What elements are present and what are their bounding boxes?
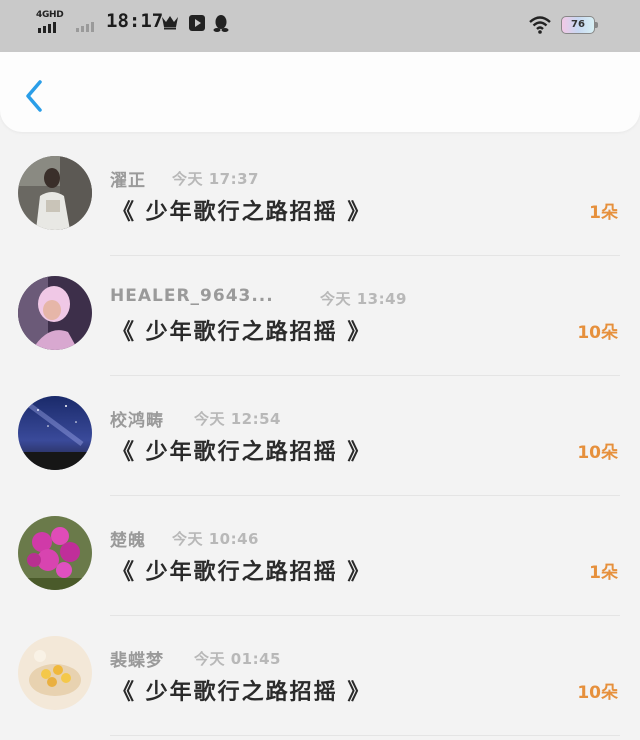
network-type: 4GHD [36,10,64,20]
divider [110,735,620,736]
chevron-left-icon [26,80,42,112]
gift-record-list: 濯正 今天 17:37 《 少年歌行之路招摇 》 1朵 HEALER_9643.… [0,136,640,736]
list-item[interactable]: HEALER_9643... 今天 13:49 《 少年歌行之路招摇 》 10朵 [0,256,640,376]
user-name: 校鸿畴 [110,411,164,431]
avatar[interactable] [18,276,92,350]
gift-count: 1朵 [589,563,618,583]
gift-count: 10朵 [577,443,618,463]
list-item[interactable]: 裴蝶梦 今天 01:45 《 少年歌行之路招摇 》 10朵 [0,616,640,736]
timestamp: 今天 13:49 [320,290,407,308]
work-title: 《 少年歌行之路招摇 》 [112,440,372,465]
wifi-icon [529,16,551,34]
timestamp: 今天 12:54 [194,410,281,428]
timestamp: 今天 01:45 [194,650,281,668]
battery-icon: 76 [561,16,595,34]
clock-time: 18:17 [106,10,164,32]
nav-header [0,52,640,132]
crown-icon [162,16,178,30]
avatar[interactable] [18,156,92,230]
video-play-icon [189,15,205,31]
signal-bars-icon [38,22,56,33]
status-bar: 4GHD 18:17 76 [0,0,640,52]
work-title: 《 少年歌行之路招摇 》 [112,680,372,705]
work-title: 《 少年歌行之路招摇 》 [112,200,372,225]
user-name: 楚魄 [110,531,146,551]
avatar[interactable] [18,396,92,470]
avatar[interactable] [18,636,92,710]
gift-count: 10朵 [577,323,618,343]
battery-tip [595,22,598,28]
list-item[interactable]: 楚魄 今天 10:46 《 少年歌行之路招摇 》 1朵 [0,496,640,616]
user-name: HEALER_9643... [110,286,274,306]
qq-penguin-icon [213,15,229,32]
timestamp: 今天 17:37 [172,170,259,188]
user-name: 裴蝶梦 [110,651,164,671]
work-title: 《 少年歌行之路招摇 》 [112,320,372,345]
user-name: 濯正 [110,171,146,191]
signal-bars-weak-icon [76,22,94,32]
list-item[interactable]: 校鸿畴 今天 12:54 《 少年歌行之路招摇 》 10朵 [0,376,640,496]
gift-count: 1朵 [589,203,618,223]
gift-count: 10朵 [577,683,618,703]
avatar[interactable] [18,516,92,590]
work-title: 《 少年歌行之路招摇 》 [112,560,372,585]
back-button[interactable] [20,78,50,114]
network-indicator: 4GHD [36,10,70,40]
list-item[interactable]: 濯正 今天 17:37 《 少年歌行之路招摇 》 1朵 [0,136,640,256]
timestamp: 今天 10:46 [172,530,259,548]
